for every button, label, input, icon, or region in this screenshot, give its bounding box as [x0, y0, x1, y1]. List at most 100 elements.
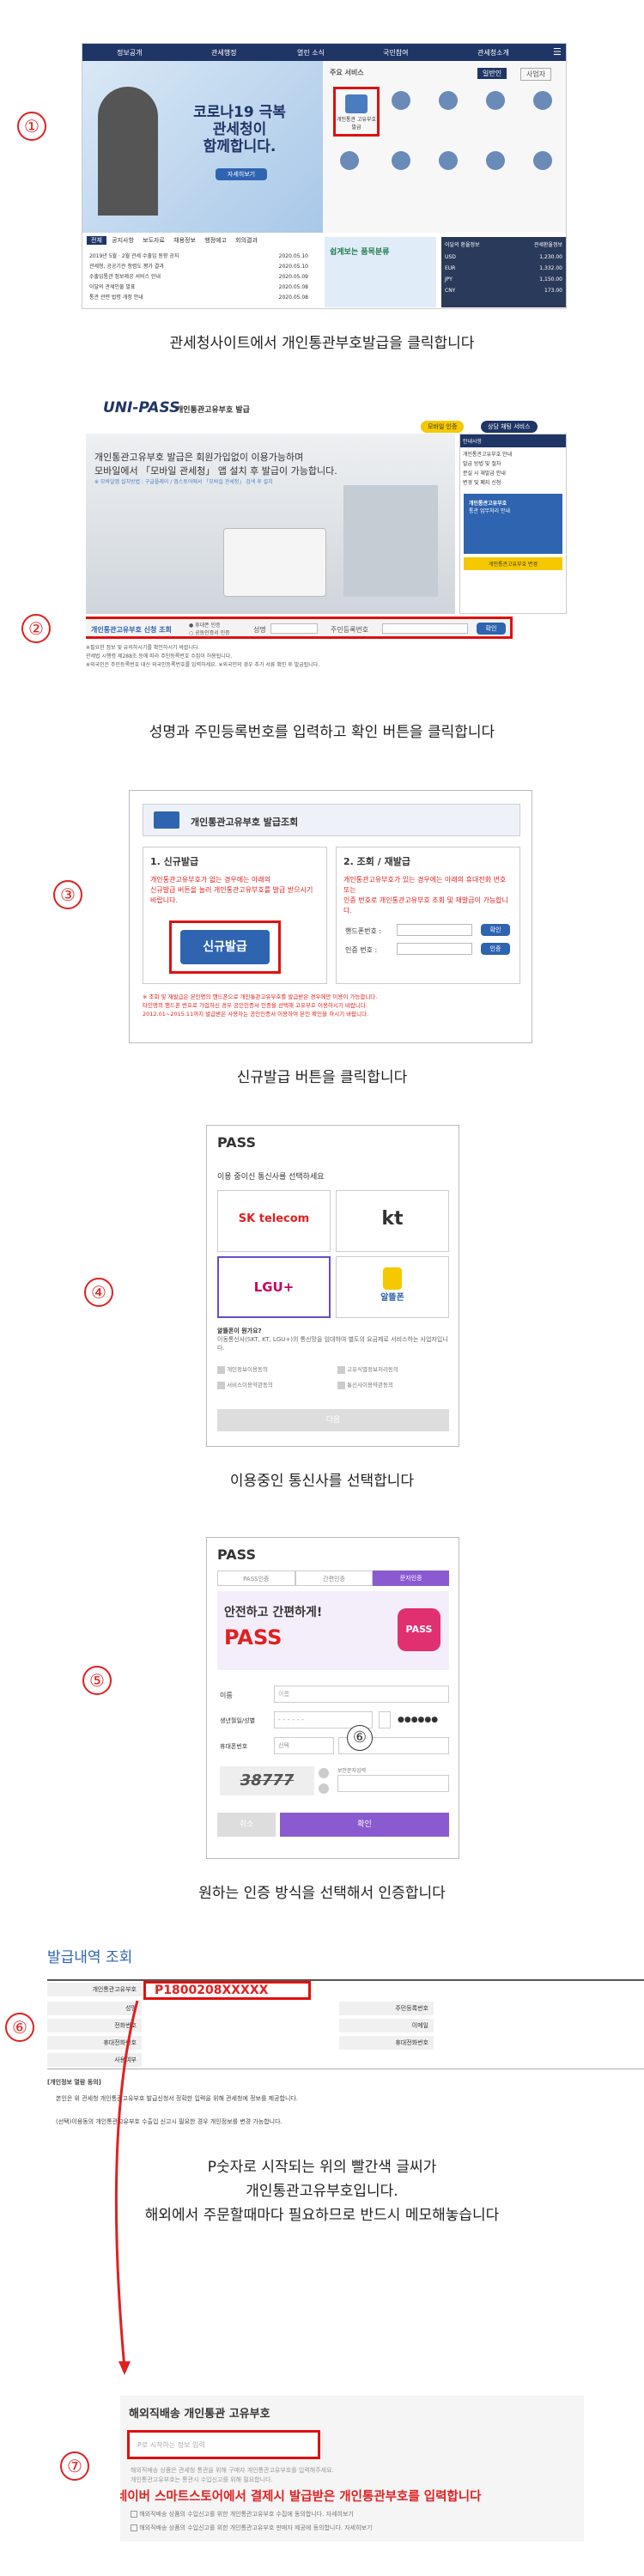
warning: ※ 조회 및 재발급은 본인명의 핸드폰으로 개인통관고유부호를 발급받은 경우… — [143, 993, 378, 1000]
service-icon[interactable] — [392, 151, 410, 170]
menu-icon[interactable]: ☰ — [553, 46, 562, 58]
panel-item[interactable]: 발급 방법 및 절차 — [463, 459, 563, 469]
service-icon[interactable] — [533, 91, 552, 110]
service-icon[interactable] — [533, 151, 552, 170]
rate-row: USD 1,230.00 — [445, 254, 562, 260]
news-item[interactable]: 관세청, 공공기관 청렴도 평가 결과 2020.05.10 — [89, 262, 308, 272]
tab-business[interactable]: 사업자 — [520, 68, 552, 81]
nav-item[interactable]: 관세청소개 — [477, 48, 509, 58]
note: ※필요한 정보 및 유의하시기를 확인하시기 바랍니다. — [86, 645, 200, 651]
service-icon[interactable] — [439, 151, 458, 170]
captcha-label: 보안문자입력 — [337, 1768, 367, 1774]
tab-sms[interactable]: 문자인증 — [373, 1571, 450, 1586]
service-icon[interactable] — [392, 91, 410, 110]
name-label: 이름 — [220, 1692, 233, 1699]
new-issue-button[interactable]: 신규발급 — [180, 930, 270, 964]
tab[interactable]: 보도자료 — [139, 237, 168, 244]
gender-input[interactable] — [379, 1711, 391, 1728]
tab[interactable]: 행정예고 — [201, 237, 230, 244]
news-item[interactable]: 2019년 5월 · 2월 관세 수출입 동향 공지 2020.05.10 — [89, 252, 308, 262]
column-title: 2. 조회 / 재발급 — [343, 856, 410, 867]
tab[interactable]: 공지사항 — [108, 237, 137, 244]
mobile-auth-button[interactable]: 모바일 인증 — [421, 421, 465, 433]
mvno-help-text: 이동통신사(SKT, KT, LGU+)의 통신망을 임대하여 별도의 요금제로… — [217, 1336, 448, 1352]
birth-label: 생년월일/성별 — [220, 1717, 255, 1724]
tab[interactable]: 회의결과 — [232, 237, 261, 244]
customs-code-input-highlight: P로 시작하는 정보 입력 — [127, 2430, 320, 2459]
hero-line: 개인통관고유부호 발급은 회원가입없이 이용가능하며 — [94, 452, 304, 463]
service-icon[interactable] — [486, 151, 505, 170]
panel-item[interactable]: 분실 시 재발급 안내 — [463, 469, 563, 478]
id-input[interactable] — [382, 623, 468, 634]
customs-code-service-highlight[interactable]: 개인통관 고유부호발급 — [333, 87, 380, 137]
panel-item[interactable]: 개인통관고유부호 안내 — [463, 450, 563, 459]
code-label: 인증 번호 : — [345, 946, 378, 954]
carrier-lgu[interactable]: LGU+ — [217, 1256, 331, 1318]
name-input[interactable]: 이름 — [274, 1686, 449, 1703]
news-item[interactable]: 이달의 관세인물 발표 2020.05.08 — [89, 283, 308, 293]
service-icon[interactable] — [340, 151, 359, 170]
auth-option[interactable]: ● 휴대폰 인증 — [189, 621, 221, 629]
step6-marker: ⑥ — [347, 1725, 373, 1751]
agree-check[interactable]: 통신사이용약관동의 — [347, 1382, 393, 1388]
step-caption: 성명과 주민등록번호를 입력하고 확인 버튼을 클릭합니다 — [149, 724, 495, 741]
nav-item[interactable]: 열린 소식 — [297, 48, 325, 58]
hs-banner[interactable]: 쉽게보는 품목분류 — [325, 237, 436, 307]
auth-button[interactable]: 인증 — [481, 943, 510, 955]
column-text: 개인통관고유부호가 있는 경우에는 아래의 휴대전화 번호 또는 인증 번호로 … — [343, 876, 508, 914]
step-number: ② — [21, 614, 51, 643]
nav-item[interactable]: 국민참여 — [383, 48, 408, 58]
tab-all[interactable]: 전체 — [87, 236, 106, 245]
pass-app-icon: PASS — [398, 1608, 440, 1651]
panel-title: 안내사항 — [460, 434, 566, 447]
lgu-logo: LGU+ — [253, 1279, 295, 1295]
audio-icon[interactable] — [319, 1783, 329, 1794]
next-button[interactable]: 다음 — [217, 1409, 449, 1431]
agree-check[interactable]: 서비스이용약관동의 — [227, 1382, 273, 1388]
nav-item[interactable]: 관세행정 — [211, 48, 236, 58]
note: 관세법 시행령 제288조 등에 따라 주민등록번호 수집이 허용됩니다. — [86, 653, 233, 659]
hero-more-button[interactable]: 자세히보기 — [216, 168, 267, 180]
chat-button[interactable]: 상담 채팅 서비스 — [481, 421, 538, 433]
refresh-icon[interactable] — [319, 1768, 329, 1778]
news-item[interactable]: 수출입통관 정보제공 서비스 안내 2020.05.09 — [89, 272, 308, 283]
phone-input[interactable] — [397, 924, 472, 936]
name-label: 성명 — [253, 626, 266, 634]
carrier-dropdown[interactable]: 선택 — [274, 1737, 334, 1754]
banner-title: 쉽게보는 품목분류 — [330, 248, 390, 257]
confirm-button[interactable]: 확인 — [280, 1813, 449, 1837]
confirm-button[interactable]: 확인 — [477, 623, 506, 635]
rate-title-2[interactable]: 관세환율정보 — [534, 240, 562, 248]
service-icon[interactable] — [439, 91, 458, 110]
hero-area: 개인통관고유부호 발급은 회원가입없이 이용가능하며 모바일에서 「모바일 관세… — [86, 434, 455, 614]
name-input[interactable] — [270, 623, 318, 634]
change-code-button[interactable]: 개인통관고유부호 변경 — [464, 557, 562, 570]
panel-item[interactable]: 변경 및 폐지 신청 — [463, 478, 563, 488]
consent-check[interactable]: 해외직배송 상품의 수입신고를 위한 개인통관고유부호 수집에 동의합니다. 자… — [139, 2511, 354, 2518]
carrier-mvno[interactable]: 알뜰폰 — [336, 1256, 449, 1318]
step-number: ① — [17, 112, 46, 141]
consent-check[interactable]: 해외직배송 상품의 수입신고를 위한 개인통관고유부호 판매자 제공에 동의합니… — [139, 2524, 372, 2531]
agree-check[interactable]: 고유식별정보처리동의 — [347, 1366, 398, 1373]
agree-check[interactable]: 개인정보이용동의 — [227, 1366, 268, 1373]
captcha-input[interactable] — [337, 1775, 449, 1792]
nav-item[interactable]: 정보공개 — [117, 48, 142, 58]
news-item[interactable]: 통관 관련 법령 개정 안내 2020.05.08 — [89, 293, 308, 303]
customs-code-input[interactable]: P로 시작하는 정보 입력 — [134, 2437, 313, 2452]
confirm-button[interactable]: 확인 — [481, 924, 510, 936]
banner-line: 안전하고 간편하게! — [224, 1606, 323, 1619]
code-input[interactable] — [397, 943, 472, 955]
issuance-title: 발급내역 조회 — [47, 1949, 133, 1966]
panel-box: 개인통관고유부호 통관 업무처리 안내 — [464, 494, 562, 554]
auth-option[interactable]: ○ 공동인증서 인증 — [189, 629, 230, 636]
tab-pass[interactable]: PASS인증 — [217, 1571, 295, 1586]
page-title: 개인통관고유부호 발급조회 — [191, 817, 299, 828]
cancel-button[interactable]: 취소 — [217, 1813, 276, 1837]
carrier-kt[interactable]: kt — [336, 1190, 449, 1252]
gray-note: 해외직배송 상품은 관세청 통관을 위해 구매자 개인통관고유부호를 입력해주세… — [131, 2467, 334, 2474]
tab[interactable]: 채용정보 — [170, 237, 199, 244]
tab-general[interactable]: 일반인 — [477, 68, 507, 79]
tab-simple[interactable]: 간편인증 — [295, 1571, 374, 1586]
service-icon[interactable] — [486, 91, 505, 110]
carrier-skt[interactable]: SK telecom — [217, 1190, 331, 1252]
